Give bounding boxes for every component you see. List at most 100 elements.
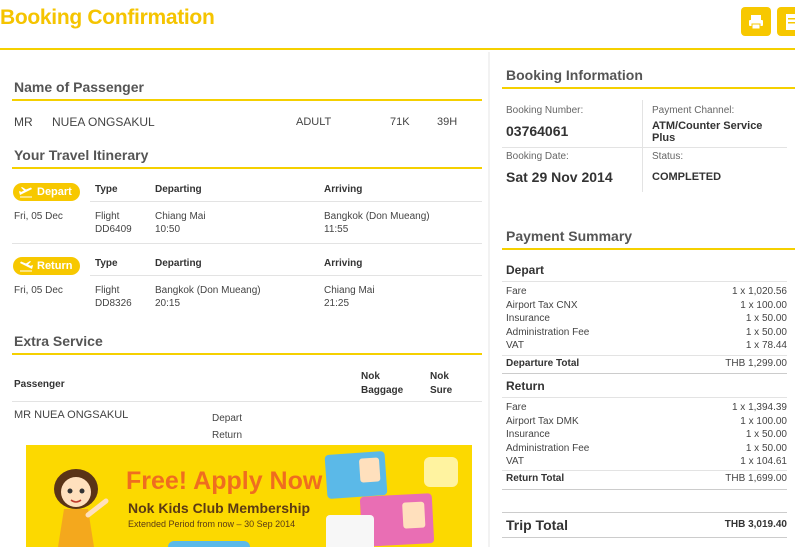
return-fee-item-label: Administration Fee — [506, 442, 590, 454]
return-fee-item-label: VAT — [506, 456, 524, 467]
depart-dep-time: 10:50 — [155, 224, 181, 235]
return-dep-time: 20:15 — [155, 298, 181, 309]
booking-date: Sat 29 Nov 2014 — [506, 169, 613, 185]
return-from: Bangkok (Don Mueang) — [155, 285, 261, 296]
payment-summary-title: Payment Summary — [506, 228, 633, 244]
return-type: Flight — [95, 285, 120, 296]
divider — [90, 201, 482, 202]
depart-to: Bangkok (Don Mueang) — [324, 211, 430, 222]
extra-leg-return: Return — [212, 430, 243, 441]
return-badge-label: Return — [37, 260, 73, 272]
booking-number-label: Booking Number: — [506, 105, 584, 116]
seat-return: 39H — [437, 116, 458, 128]
passenger-name: NUEA ONGSAKUL — [52, 115, 155, 129]
payment-channel-line1: ATM/Counter Service — [652, 120, 763, 132]
status-label: Status: — [652, 151, 684, 162]
col-nok-sure-2: Sure — [430, 385, 453, 396]
return-flight-no: DD8326 — [95, 298, 132, 309]
print-icon — [749, 14, 763, 29]
col-type: Type — [95, 258, 118, 269]
return-total-value: THB 1,699.00 — [725, 473, 787, 484]
plane-depart-icon — [19, 187, 32, 198]
depart-badge-label: Depart — [37, 186, 72, 198]
return-fee-item-value: 1 x 50.00 — [745, 429, 787, 440]
depart-fee-item-value: 1 x 78.44 — [745, 340, 787, 351]
col-arriving: Arriving — [324, 184, 363, 195]
divider — [502, 512, 787, 513]
booking-number: 03764061 — [506, 123, 569, 139]
divider — [502, 248, 795, 250]
depart-fee-item-label: VAT — [506, 340, 524, 351]
apply-now-button[interactable] — [168, 541, 250, 547]
payment-depart-heading: Depart — [506, 263, 545, 277]
page-title: Booking Confirmation — [0, 6, 215, 29]
return-fee-item-value: 1 x 1,394.39 — [731, 402, 787, 413]
divider — [502, 87, 795, 89]
divider — [502, 147, 787, 148]
divider — [12, 167, 482, 169]
payment-return-heading: Return — [506, 379, 545, 393]
banner-headline: Free! Apply Now — [126, 467, 323, 495]
membership-card — [324, 450, 388, 500]
col-departing: Departing — [155, 184, 202, 195]
return-fee-item-value: 1 x 104.61 — [740, 456, 787, 467]
return-badge: Return — [13, 257, 81, 275]
col-type: Type — [95, 184, 118, 195]
col-passenger: Passenger — [14, 379, 65, 390]
departure-total-value: THB 1,299.00 — [725, 358, 787, 369]
pdf-button[interactable] — [777, 7, 795, 36]
return-arr-time: 21:25 — [324, 298, 350, 309]
trip-total-value: THB 3,019.40 — [724, 519, 787, 530]
divider — [502, 355, 787, 356]
banner-period: Extended Period from now – 30 Sep 2014 — [128, 519, 296, 529]
depart-date: Fri, 05 Dec — [14, 211, 63, 222]
divider — [90, 275, 482, 276]
depart-fee-item-value: 1 x 50.00 — [745, 313, 787, 324]
itinerary-title: Your Travel Itinerary — [14, 147, 149, 163]
return-fee-item-value: 1 x 50.00 — [745, 442, 787, 454]
seat-depart: 71K — [390, 116, 410, 128]
mascot-girl-icon — [54, 469, 109, 547]
divider — [642, 100, 643, 192]
extra-leg-depart: Depart — [212, 413, 243, 424]
trip-total-label: Trip Total — [506, 517, 568, 533]
payment-channel-line2: Plus — [652, 132, 676, 144]
membership-card — [326, 515, 374, 547]
col-arriving: Arriving — [324, 258, 363, 269]
departure-total-label: Departure Total — [506, 358, 580, 369]
return-fee-item-label: Fare — [506, 402, 527, 413]
status-value: COMPLETED — [652, 171, 722, 183]
return-fee-item-label: Airport Tax DMK — [506, 415, 579, 427]
depart-arr-time: 11:55 — [324, 224, 349, 235]
divider — [12, 401, 482, 402]
depart-fee-item-value: 1 x 1,020.56 — [731, 286, 787, 297]
print-button[interactable] — [741, 7, 771, 36]
divider — [12, 243, 482, 244]
divider — [502, 397, 787, 398]
booking-date-label: Booking Date: — [506, 151, 569, 162]
booking-info-title: Booking Information — [506, 67, 643, 83]
page-header: Booking Confirmation — [0, 0, 795, 50]
passenger-type: ADULT — [296, 116, 332, 128]
return-fee-item-value: 1 x 100.00 — [740, 415, 787, 427]
right-column: Booking Information Booking Number: 0376… — [488, 52, 795, 547]
passenger-title: MR — [14, 115, 33, 129]
depart-flight-no: DD6409 — [95, 224, 132, 235]
nok-kids-club-banner[interactable]: Free! Apply Now Nok Kids Club Membership… — [26, 445, 472, 547]
divider — [502, 281, 787, 282]
depart-fee-item-label: Administration Fee — [506, 326, 590, 338]
depart-fee-item-value: 1 x 50.00 — [745, 326, 787, 338]
depart-fee-item-value: 1 x 100.00 — [740, 299, 787, 311]
depart-fee-item-label: Fare — [506, 286, 527, 297]
depart-badge: Depart — [13, 183, 80, 201]
payment-channel-label: Payment Channel: — [652, 105, 735, 116]
depart-fee-item-label: Insurance — [506, 313, 550, 324]
col-departing: Departing — [155, 258, 202, 269]
divider — [502, 470, 787, 471]
divider — [502, 489, 787, 490]
divider — [502, 373, 787, 374]
col-nok-baggage-1: Nok — [361, 371, 380, 382]
passenger-section-title: Name of Passenger — [14, 79, 144, 95]
pdf-icon — [786, 13, 795, 30]
gift-icon — [424, 457, 458, 487]
